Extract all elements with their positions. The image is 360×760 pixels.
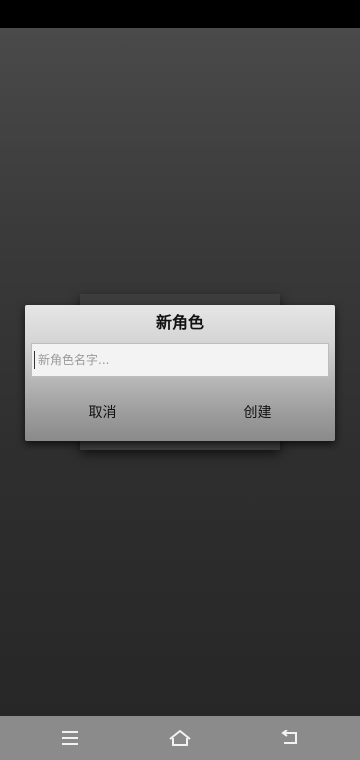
nav-menu-button[interactable] <box>40 716 100 760</box>
navigation-bar <box>0 716 360 760</box>
back-icon <box>281 730 297 744</box>
status-bar <box>0 0 360 28</box>
character-name-input[interactable] <box>31 343 329 377</box>
new-character-dialog: 新角色 取消 创建 <box>25 305 335 441</box>
text-cursor <box>34 351 35 369</box>
create-button[interactable]: 创建 <box>180 393 335 433</box>
cancel-button[interactable]: 取消 <box>25 393 180 433</box>
menu-icon <box>62 731 78 745</box>
nav-back-button[interactable] <box>260 716 320 760</box>
home-icon <box>169 729 191 746</box>
nav-home-button[interactable] <box>150 716 210 760</box>
dialog-title: 新角色 <box>155 313 204 332</box>
